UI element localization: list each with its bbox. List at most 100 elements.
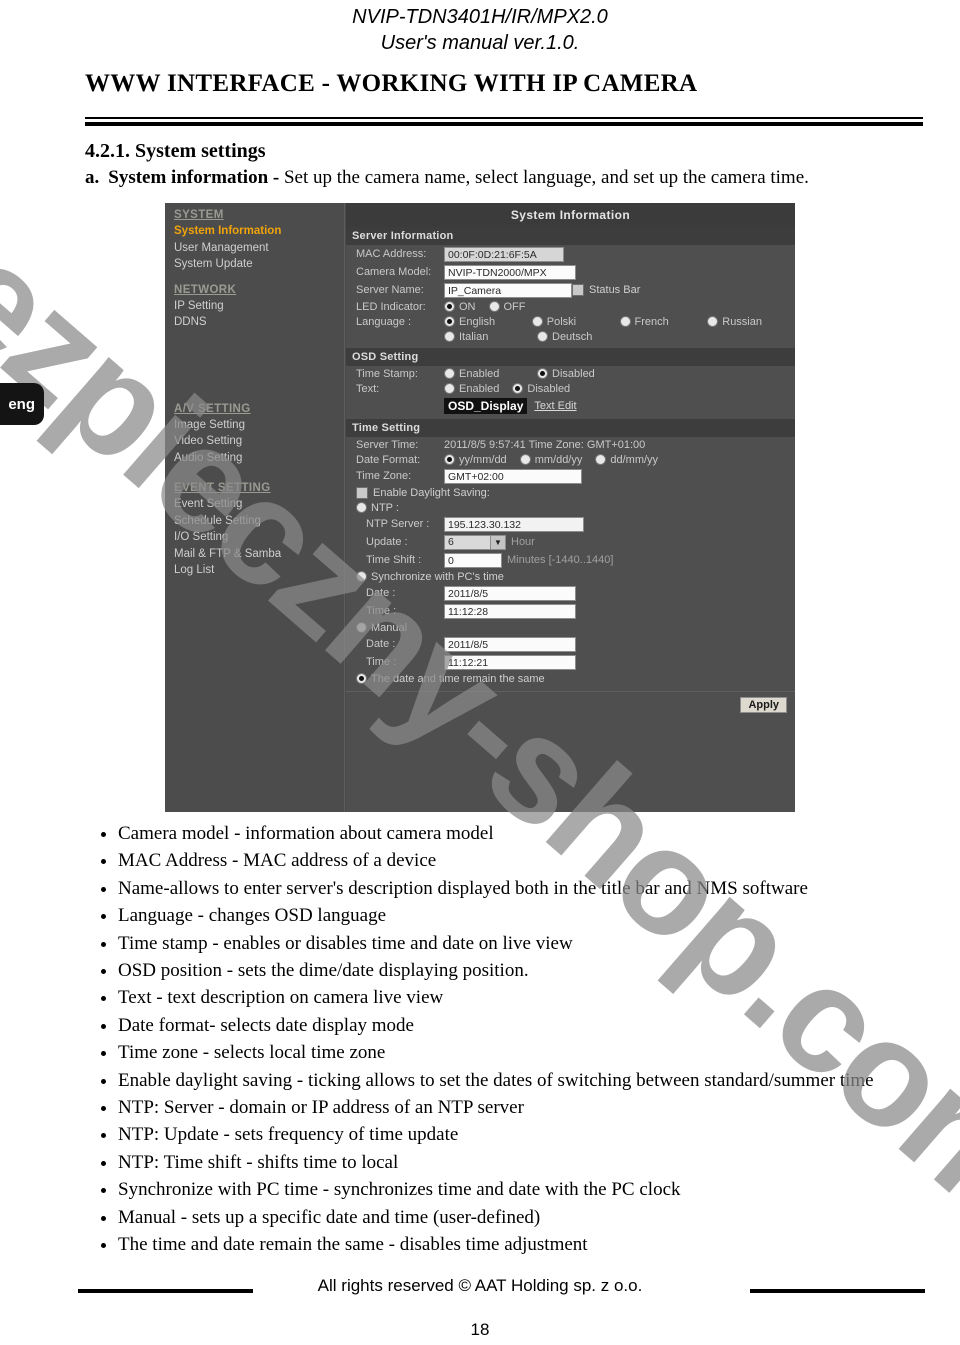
time-zone-input[interactable]: GMT+02:00: [444, 468, 582, 484]
apply-button[interactable]: Apply: [740, 697, 787, 713]
header-model-line: NVIP-TDN3401H/IR/MPX2.0: [352, 6, 608, 28]
sidebar-item-audio-setting[interactable]: Audio Setting: [174, 450, 344, 467]
language-french-radio[interactable]: [619, 316, 631, 327]
sidebar-item-ddns[interactable]: DDNS: [174, 314, 344, 331]
date-format-mmddyy-option[interactable]: mm/dd/yy: [519, 454, 582, 466]
row-time-stamp: Time Stamp: Enabled Disabled: [346, 366, 795, 381]
row-daylight-saving: Enable Daylight Saving:: [346, 485, 795, 500]
osd-display-value: OSD_Display: [444, 397, 528, 414]
led-on-option[interactable]: ON: [444, 301, 476, 313]
led-off-label: OFF: [503, 300, 526, 313]
chevron-down-icon[interactable]: ▼: [490, 535, 505, 549]
remain-same-label: The date and time remain the same: [371, 672, 545, 685]
sync-pc-radio[interactable]: [356, 571, 367, 582]
sidebar-item-image-setting[interactable]: Image Setting: [174, 417, 344, 434]
text-disabled-option[interactable]: Disabled: [512, 383, 570, 395]
row-text: Text: Enabled Disabled: [346, 381, 795, 396]
server-name-label: Server Name:: [356, 284, 424, 296]
language-option-english[interactable]: English: [444, 316, 532, 328]
list-item: Text - text description on camera live v…: [118, 984, 948, 1011]
sidebar-item-system-update[interactable]: System Update: [174, 256, 344, 273]
text-label: Text:: [356, 382, 380, 395]
language-option-italian[interactable]: Italian: [444, 331, 537, 343]
bullet-list: Camera model - information about camera …: [98, 820, 948, 1259]
sidebar-item-ip-setting[interactable]: IP Setting: [174, 298, 344, 315]
date-format-ddmmyy-option[interactable]: dd/mm/yy: [595, 454, 658, 466]
section-time-setting: Time Setting: [346, 419, 795, 437]
language-english-radio[interactable]: [444, 316, 455, 327]
ntp-server-label: NTP Server :: [366, 518, 430, 530]
sidebar-item-event-setting[interactable]: Event Setting: [174, 496, 344, 513]
led-off-option[interactable]: OFF: [488, 300, 526, 313]
row-remain-same: The date and time remain the same: [346, 671, 795, 686]
sidebar-item-io-setting[interactable]: I/O Setting: [174, 529, 344, 546]
sidebar-group-av-setting: A/V SETTING: [174, 402, 251, 415]
manual-date-input[interactable]: 2011/8/5: [444, 636, 576, 652]
ntp-update-select[interactable]: 6 ▼: [444, 534, 506, 550]
time-stamp-disabled-radio[interactable]: [537, 368, 548, 379]
time-shift-input[interactable]: 0: [444, 552, 502, 568]
manual-radio[interactable]: [356, 622, 367, 633]
time-shift-label: Time Shift :: [366, 554, 422, 566]
language-option-french[interactable]: French: [619, 316, 708, 328]
list-item: Enable daylight saving - ticking allows …: [118, 1067, 948, 1094]
led-off-radio[interactable]: [488, 301, 500, 312]
sidebar-item-mail-ftp-samba[interactable]: Mail & FTP & Samba: [174, 546, 344, 563]
language-option-russian[interactable]: Russian: [707, 316, 795, 328]
date-format-yymmdd-radio[interactable]: [444, 454, 455, 465]
ntp-server-input[interactable]: 195.123.30.132: [444, 516, 584, 532]
manual-time-input[interactable]: 11:12:21: [444, 654, 576, 670]
row-date-format: Date Format: yy/mm/dd mm/dd/yy dd/mm/yy: [346, 452, 795, 467]
list-item: Time zone - selects local time zone: [118, 1039, 948, 1066]
list-item: NTP: Time shift - shifts time to local: [118, 1149, 948, 1176]
language-polski-radio[interactable]: [531, 316, 543, 327]
language-italian-radio[interactable]: [444, 331, 455, 342]
list-item: NTP: Server - domain or IP address of an…: [118, 1094, 948, 1121]
list-item: Manual - sets up a specific date and tim…: [118, 1204, 948, 1231]
header-manual-line: User's manual ver.1.0.: [380, 32, 580, 54]
led-on-label: ON: [459, 300, 476, 313]
date-format-yymmdd-option[interactable]: yy/mm/dd: [444, 454, 507, 466]
time-stamp-enabled-radio[interactable]: [444, 368, 455, 379]
text-enabled-option[interactable]: Enabled: [444, 383, 499, 395]
text-disabled-radio[interactable]: [512, 383, 524, 394]
subsection-label: System information -: [108, 167, 280, 188]
row-sync-time: Time : 11:12:28: [346, 602, 795, 620]
sidebar-item-video-setting[interactable]: Video Setting: [174, 433, 344, 450]
daylight-saving-checkbox[interactable]: [356, 486, 368, 499]
led-on-radio[interactable]: [444, 301, 455, 312]
language-russian-label: Russian: [722, 315, 762, 328]
subsection-letter: a.: [85, 167, 100, 188]
sidebar-item-log-list[interactable]: Log List: [174, 562, 344, 579]
sidebar-item-user-management[interactable]: User Management: [174, 240, 344, 257]
sidebar-item-schedule-setting[interactable]: Schedule Setting: [174, 513, 344, 530]
text-enabled-radio[interactable]: [444, 383, 455, 394]
language-tab-eng[interactable]: eng: [0, 383, 44, 425]
camera-ui-sidebar: SYSTEM System Information User Managemen…: [165, 203, 345, 812]
time-shift-unit: Minutes [-1440..1440]: [507, 554, 614, 566]
status-bar-checkbox[interactable]: [572, 284, 584, 296]
language-label: Language :: [356, 315, 412, 328]
language-option-polski[interactable]: Polski: [531, 316, 620, 328]
row-time-shift: Time Shift : 0 Minutes [-1440..1440]: [346, 551, 795, 569]
date-format-ddmmyy-radio[interactable]: [595, 454, 607, 465]
ntp-radio[interactable]: [356, 502, 367, 513]
time-stamp-enabled-option[interactable]: Enabled: [444, 368, 537, 380]
language-option-deutsch[interactable]: Deutsch: [537, 331, 630, 343]
language-deutsch-label: Deutsch: [552, 330, 593, 343]
row-time-zone: Time Zone: GMT+02:00: [346, 467, 795, 485]
apply-row: Apply: [346, 692, 795, 713]
remain-same-radio[interactable]: [356, 673, 367, 684]
server-name-input[interactable]: IP_Camera: [444, 282, 572, 298]
time-stamp-disabled-option[interactable]: Disabled: [537, 368, 595, 380]
row-manual: Manual: [346, 620, 795, 635]
sidebar-item-system-information[interactable]: System Information: [174, 223, 344, 240]
language-deutsch-radio[interactable]: [537, 331, 548, 342]
section-heading: 4.2.1. System settings: [85, 140, 266, 162]
date-format-mmddyy-radio[interactable]: [519, 454, 531, 465]
language-russian-radio[interactable]: [707, 316, 719, 327]
mac-address-label: MAC Address:: [356, 248, 427, 260]
text-edit-link[interactable]: Text Edit: [534, 400, 576, 412]
row-language-second: Italian Deutsch: [346, 329, 795, 344]
time-stamp-disabled-label: Disabled: [552, 367, 595, 380]
